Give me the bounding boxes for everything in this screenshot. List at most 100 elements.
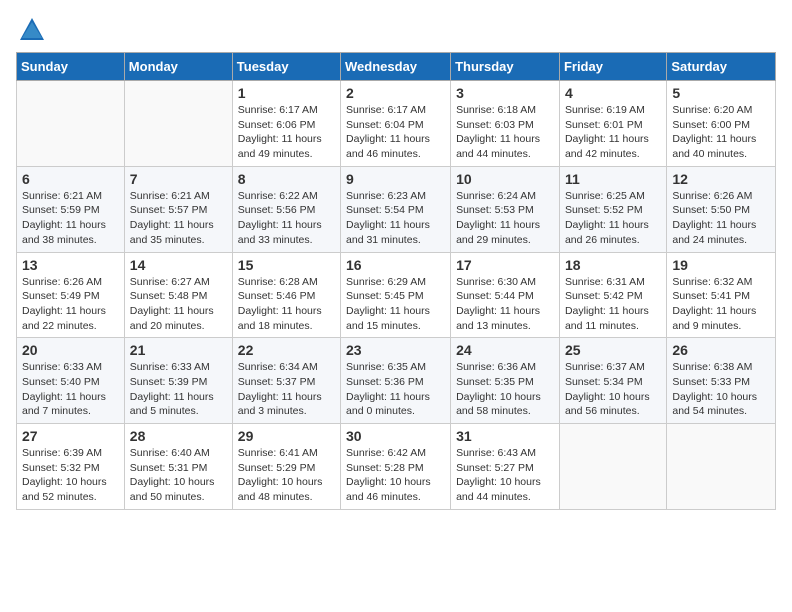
week-row-3: 13 Sunrise: 6:26 AMSunset: 5:49 PMDaylig… <box>17 252 776 338</box>
day-number: 8 <box>238 171 335 187</box>
day-cell: 4 Sunrise: 6:19 AMSunset: 6:01 PMDayligh… <box>559 81 666 167</box>
day-info: Sunrise: 6:21 AMSunset: 5:57 PMDaylight:… <box>130 189 227 248</box>
day-number: 1 <box>238 85 335 101</box>
day-cell: 14 Sunrise: 6:27 AMSunset: 5:48 PMDaylig… <box>124 252 232 338</box>
day-info: Sunrise: 6:17 AMSunset: 6:04 PMDaylight:… <box>346 103 445 162</box>
day-number: 10 <box>456 171 554 187</box>
day-number: 6 <box>22 171 119 187</box>
day-info: Sunrise: 6:33 AMSunset: 5:39 PMDaylight:… <box>130 360 227 419</box>
weekday-header-friday: Friday <box>559 53 666 81</box>
day-number: 23 <box>346 342 445 358</box>
day-cell: 23 Sunrise: 6:35 AMSunset: 5:36 PMDaylig… <box>341 338 451 424</box>
weekday-header-monday: Monday <box>124 53 232 81</box>
day-number: 17 <box>456 257 554 273</box>
day-number: 18 <box>565 257 661 273</box>
day-number: 28 <box>130 428 227 444</box>
day-info: Sunrise: 6:29 AMSunset: 5:45 PMDaylight:… <box>346 275 445 334</box>
day-number: 5 <box>672 85 770 101</box>
day-cell: 25 Sunrise: 6:37 AMSunset: 5:34 PMDaylig… <box>559 338 666 424</box>
day-info: Sunrise: 6:36 AMSunset: 5:35 PMDaylight:… <box>456 360 554 419</box>
day-number: 16 <box>346 257 445 273</box>
weekday-header-tuesday: Tuesday <box>232 53 340 81</box>
day-cell <box>17 81 125 167</box>
day-cell: 18 Sunrise: 6:31 AMSunset: 5:42 PMDaylig… <box>559 252 666 338</box>
day-info: Sunrise: 6:31 AMSunset: 5:42 PMDaylight:… <box>565 275 661 334</box>
day-number: 12 <box>672 171 770 187</box>
day-info: Sunrise: 6:17 AMSunset: 6:06 PMDaylight:… <box>238 103 335 162</box>
day-cell: 17 Sunrise: 6:30 AMSunset: 5:44 PMDaylig… <box>451 252 560 338</box>
day-number: 3 <box>456 85 554 101</box>
day-info: Sunrise: 6:43 AMSunset: 5:27 PMDaylight:… <box>456 446 554 505</box>
day-cell <box>124 81 232 167</box>
day-number: 9 <box>346 171 445 187</box>
day-cell: 5 Sunrise: 6:20 AMSunset: 6:00 PMDayligh… <box>667 81 776 167</box>
day-info: Sunrise: 6:24 AMSunset: 5:53 PMDaylight:… <box>456 189 554 248</box>
day-cell: 8 Sunrise: 6:22 AMSunset: 5:56 PMDayligh… <box>232 166 340 252</box>
day-number: 31 <box>456 428 554 444</box>
day-number: 30 <box>346 428 445 444</box>
weekday-header-sunday: Sunday <box>17 53 125 81</box>
day-cell: 12 Sunrise: 6:26 AMSunset: 5:50 PMDaylig… <box>667 166 776 252</box>
day-info: Sunrise: 6:34 AMSunset: 5:37 PMDaylight:… <box>238 360 335 419</box>
day-info: Sunrise: 6:30 AMSunset: 5:44 PMDaylight:… <box>456 275 554 334</box>
day-number: 26 <box>672 342 770 358</box>
day-info: Sunrise: 6:28 AMSunset: 5:46 PMDaylight:… <box>238 275 335 334</box>
day-number: 13 <box>22 257 119 273</box>
calendar-table: SundayMondayTuesdayWednesdayThursdayFrid… <box>16 52 776 510</box>
day-number: 22 <box>238 342 335 358</box>
day-cell: 28 Sunrise: 6:40 AMSunset: 5:31 PMDaylig… <box>124 424 232 510</box>
day-info: Sunrise: 6:32 AMSunset: 5:41 PMDaylight:… <box>672 275 770 334</box>
logo <box>16 16 46 44</box>
day-cell: 1 Sunrise: 6:17 AMSunset: 6:06 PMDayligh… <box>232 81 340 167</box>
day-info: Sunrise: 6:35 AMSunset: 5:36 PMDaylight:… <box>346 360 445 419</box>
day-number: 25 <box>565 342 661 358</box>
day-info: Sunrise: 6:41 AMSunset: 5:29 PMDaylight:… <box>238 446 335 505</box>
day-info: Sunrise: 6:26 AMSunset: 5:49 PMDaylight:… <box>22 275 119 334</box>
day-cell: 19 Sunrise: 6:32 AMSunset: 5:41 PMDaylig… <box>667 252 776 338</box>
day-cell: 3 Sunrise: 6:18 AMSunset: 6:03 PMDayligh… <box>451 81 560 167</box>
logo-icon <box>18 16 46 44</box>
day-number: 2 <box>346 85 445 101</box>
day-cell: 11 Sunrise: 6:25 AMSunset: 5:52 PMDaylig… <box>559 166 666 252</box>
weekday-header-thursday: Thursday <box>451 53 560 81</box>
weekday-header-saturday: Saturday <box>667 53 776 81</box>
day-number: 29 <box>238 428 335 444</box>
day-cell <box>667 424 776 510</box>
day-number: 27 <box>22 428 119 444</box>
day-cell: 16 Sunrise: 6:29 AMSunset: 5:45 PMDaylig… <box>341 252 451 338</box>
day-info: Sunrise: 6:42 AMSunset: 5:28 PMDaylight:… <box>346 446 445 505</box>
day-info: Sunrise: 6:21 AMSunset: 5:59 PMDaylight:… <box>22 189 119 248</box>
day-number: 20 <box>22 342 119 358</box>
day-number: 21 <box>130 342 227 358</box>
weekday-header-row: SundayMondayTuesdayWednesdayThursdayFrid… <box>17 53 776 81</box>
day-number: 15 <box>238 257 335 273</box>
week-row-5: 27 Sunrise: 6:39 AMSunset: 5:32 PMDaylig… <box>17 424 776 510</box>
day-cell: 27 Sunrise: 6:39 AMSunset: 5:32 PMDaylig… <box>17 424 125 510</box>
day-info: Sunrise: 6:40 AMSunset: 5:31 PMDaylight:… <box>130 446 227 505</box>
day-info: Sunrise: 6:23 AMSunset: 5:54 PMDaylight:… <box>346 189 445 248</box>
day-info: Sunrise: 6:18 AMSunset: 6:03 PMDaylight:… <box>456 103 554 162</box>
day-info: Sunrise: 6:38 AMSunset: 5:33 PMDaylight:… <box>672 360 770 419</box>
day-number: 4 <box>565 85 661 101</box>
day-number: 19 <box>672 257 770 273</box>
day-number: 11 <box>565 171 661 187</box>
day-info: Sunrise: 6:39 AMSunset: 5:32 PMDaylight:… <box>22 446 119 505</box>
day-info: Sunrise: 6:19 AMSunset: 6:01 PMDaylight:… <box>565 103 661 162</box>
day-number: 24 <box>456 342 554 358</box>
day-cell: 24 Sunrise: 6:36 AMSunset: 5:35 PMDaylig… <box>451 338 560 424</box>
weekday-header-wednesday: Wednesday <box>341 53 451 81</box>
day-cell: 13 Sunrise: 6:26 AMSunset: 5:49 PMDaylig… <box>17 252 125 338</box>
day-cell: 7 Sunrise: 6:21 AMSunset: 5:57 PMDayligh… <box>124 166 232 252</box>
day-cell <box>559 424 666 510</box>
day-cell: 31 Sunrise: 6:43 AMSunset: 5:27 PMDaylig… <box>451 424 560 510</box>
day-cell: 2 Sunrise: 6:17 AMSunset: 6:04 PMDayligh… <box>341 81 451 167</box>
page-header <box>16 16 776 44</box>
day-info: Sunrise: 6:25 AMSunset: 5:52 PMDaylight:… <box>565 189 661 248</box>
day-cell: 29 Sunrise: 6:41 AMSunset: 5:29 PMDaylig… <box>232 424 340 510</box>
day-info: Sunrise: 6:26 AMSunset: 5:50 PMDaylight:… <box>672 189 770 248</box>
day-cell: 22 Sunrise: 6:34 AMSunset: 5:37 PMDaylig… <box>232 338 340 424</box>
day-number: 7 <box>130 171 227 187</box>
week-row-1: 1 Sunrise: 6:17 AMSunset: 6:06 PMDayligh… <box>17 81 776 167</box>
week-row-2: 6 Sunrise: 6:21 AMSunset: 5:59 PMDayligh… <box>17 166 776 252</box>
day-info: Sunrise: 6:22 AMSunset: 5:56 PMDaylight:… <box>238 189 335 248</box>
